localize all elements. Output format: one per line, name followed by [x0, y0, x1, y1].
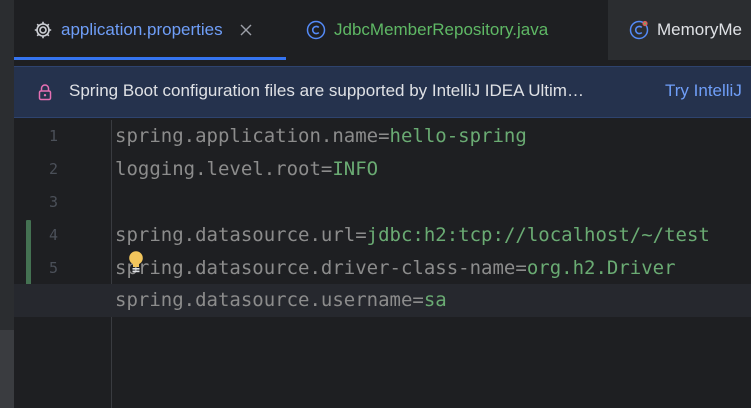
tool-window-strip [0, 0, 14, 408]
notification-banner: Spring Boot configuration files are supp… [14, 66, 751, 118]
code-editor[interactable]: spring.application.name=hello-spring log… [14, 120, 751, 408]
line-number: 5 [48, 259, 58, 277]
property-value: org.h2.Driver [526, 257, 676, 279]
class-icon [628, 19, 650, 41]
line-number: 1 [48, 127, 58, 145]
code-line[interactable]: spring.application.name=hello-spring [115, 120, 527, 153]
tab-label: application.properties [61, 20, 223, 39]
tab-jdbc-member-repository[interactable]: JdbcMemberRepository.java [286, 0, 608, 60]
tab-label: MemoryMe [657, 20, 743, 39]
property-value: sa [423, 289, 447, 311]
class-icon [306, 20, 326, 40]
property-value: jdbc:h2:tcp://localhost/~/test [366, 224, 710, 246]
code-line[interactable]: spring.datasource.driver-class-name=org.… [115, 252, 676, 285]
code-line[interactable]: spring.datasource.url=jdbc:h2:tcp://loca… [115, 219, 710, 252]
editor-gutter: 1 2 3 4 5 6 [14, 120, 112, 408]
code-line[interactable]: logging.level.root=INFO [115, 153, 378, 186]
tab-memory-member-repository[interactable]: MemoryMe [608, 0, 751, 60]
close-tab-icon[interactable] [239, 23, 253, 37]
lock-icon [36, 82, 54, 102]
line-number: 2 [48, 160, 58, 178]
try-intellij-link[interactable]: Try IntelliJ [665, 81, 742, 101]
tab-label: JdbcMemberRepository.java [334, 20, 549, 39]
property-value: hello-spring [389, 125, 527, 147]
gear-icon [32, 19, 54, 41]
property-value: INFO [332, 158, 379, 180]
property-key: logging.level.root= [115, 158, 333, 180]
banner-message: Spring Boot configuration files are supp… [69, 81, 584, 100]
property-key: spring.datasource.driver-class-name= [115, 257, 527, 279]
tab-application-properties[interactable]: application.properties [14, 0, 286, 60]
property-key: spring.datasource.username= [115, 289, 424, 311]
property-key: spring.datasource.url= [115, 224, 367, 246]
code-line[interactable]: spring.datasource.username=sa [115, 284, 447, 317]
property-key: spring.application.name= [115, 125, 390, 147]
line-number: 4 [48, 226, 58, 244]
line-number: 3 [48, 193, 58, 211]
lightbulb-icon[interactable] [127, 250, 145, 276]
editor-tab-bar: application.properties JdbcMemberReposit… [14, 0, 751, 60]
tool-window-strip-lower [0, 330, 14, 408]
